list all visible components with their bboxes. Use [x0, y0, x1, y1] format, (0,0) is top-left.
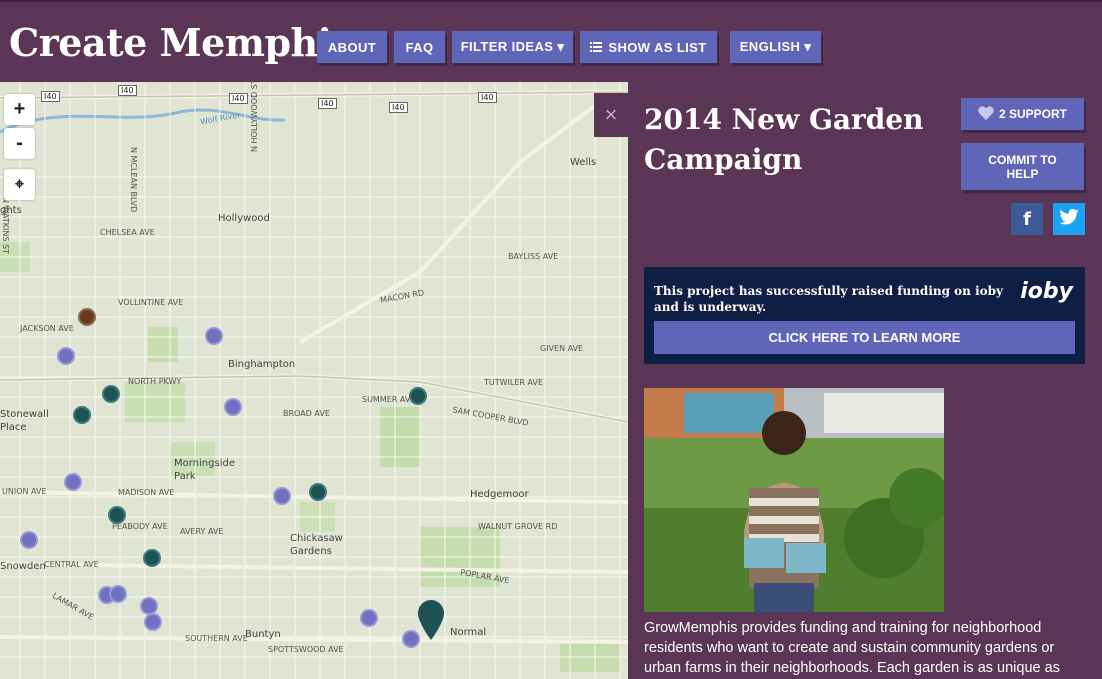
filter-ideas-button[interactable]: FILTER IDEAS ▾	[452, 31, 573, 63]
zoom-in-label: +	[13, 98, 26, 120]
map-marker[interactable]	[108, 506, 126, 524]
street-label: UNION AVE	[2, 487, 47, 496]
street-label: N MCLEAN BLVD	[129, 147, 138, 213]
map-marker[interactable]	[205, 327, 223, 345]
project-title: 2014 New Garden Campaign	[644, 103, 924, 176]
locate-icon: ⌖	[14, 175, 24, 193]
commit-label: COMMIT TO HELP	[988, 152, 1057, 181]
header-bar: Create Memphis ABOUT FAQ FILTER IDEAS ▾ …	[0, 0, 1102, 82]
twitter-share-button[interactable]	[1053, 203, 1085, 235]
zoom-in-button[interactable]: +	[4, 94, 35, 125]
highway-shield: I40	[389, 102, 408, 113]
map-marker[interactable]	[73, 406, 91, 424]
project-description: GrowMemphis provides funding and trainin…	[644, 620, 1060, 676]
map-marker[interactable]	[78, 308, 96, 326]
language-button[interactable]: ENGLISH ▾	[730, 31, 821, 63]
about-label: ABOUT	[327, 39, 377, 55]
street-label: WALNUT GROVE RD	[478, 522, 558, 531]
highway-shield: I40	[229, 93, 248, 104]
place-label: Buntyn	[245, 629, 281, 640]
faq-label: FAQ	[405, 39, 434, 55]
map-marker[interactable]	[64, 473, 82, 491]
street-label: SOUTHERN AVE	[185, 634, 248, 643]
show-as-list-label: SHOW AS LIST	[608, 39, 707, 55]
map-marker[interactable]	[409, 387, 427, 405]
learn-more-button[interactable]: CLICK HERE TO LEARN MORE	[654, 321, 1075, 354]
map-view[interactable]: I40 I40 I40 I40 I40 I40 Hollywood Bingha…	[0, 82, 628, 679]
street-label: VOLLINTINE AVE	[118, 298, 184, 307]
map-marker[interactable]	[224, 398, 242, 416]
street-label: N WATKINS ST	[1, 197, 10, 254]
highway-shield: I40	[318, 98, 337, 109]
map-marker[interactable]	[102, 385, 120, 403]
zoom-out-button[interactable]: -	[4, 128, 35, 159]
ioby-status-text: This project has successfully raised fun…	[654, 284, 1003, 314]
place-label: Stonewall Place	[0, 409, 49, 433]
close-panel-button[interactable]: ×	[594, 93, 628, 137]
street-label: NORTH PKWY	[128, 377, 182, 386]
map-marker[interactable]	[273, 487, 291, 505]
locate-button[interactable]: ⌖	[4, 169, 35, 200]
map-marker[interactable]	[20, 531, 38, 549]
place-label: Chickasaw Gardens	[290, 533, 343, 557]
zoom-out-label: -	[16, 132, 23, 154]
filter-ideas-label: FILTER IDEAS ▾	[460, 39, 565, 54]
faq-button[interactable]: FAQ	[394, 31, 445, 63]
support-label: 2 SUPPORT	[998, 107, 1067, 121]
street-label: BROAD AVE	[283, 409, 330, 418]
street-label: MADISON AVE	[118, 488, 175, 497]
map-marker[interactable]	[309, 483, 327, 501]
street-label: N HOLLYWOOD ST	[250, 82, 259, 152]
place-label: Snowden	[0, 561, 46, 572]
close-icon: ×	[604, 102, 618, 127]
street-label: AVERY AVE	[180, 527, 224, 536]
street-label: GIVEN AVE	[540, 344, 584, 353]
brand-logo[interactable]: Create Memphis	[9, 20, 353, 65]
map-marker[interactable]	[143, 549, 161, 567]
place-label: Wells	[570, 157, 597, 168]
street-label: BAYLISS AVE	[508, 252, 559, 261]
place-label: Hollywood	[218, 213, 270, 224]
show-as-list-button[interactable]: SHOW AS LIST	[580, 31, 717, 63]
map-marker[interactable]	[140, 597, 158, 615]
street-label: JACKSON AVE	[20, 324, 74, 333]
map-marker[interactable]	[109, 585, 127, 603]
map-marker[interactable]	[57, 347, 75, 365]
street-label: TUTWILER AVE	[484, 378, 543, 387]
language-label: ENGLISH ▾	[739, 39, 812, 54]
street-label: SUMMER AVE	[362, 395, 416, 404]
map-marker[interactable]	[144, 613, 162, 631]
highway-shield: I40	[41, 91, 60, 102]
highway-shield: I40	[118, 85, 137, 96]
about-button[interactable]: ABOUT	[317, 31, 387, 63]
map-marker[interactable]	[360, 609, 378, 627]
learn-more-label: CLICK HERE TO LEARN MORE	[768, 330, 961, 345]
place-label: Binghampton	[228, 359, 296, 370]
place-label: Normal	[450, 627, 487, 638]
place-label: Hedgemoor	[470, 489, 529, 500]
commit-to-help-button[interactable]: COMMIT TO HELP	[961, 143, 1084, 190]
facebook-share-button[interactable]: f	[1011, 203, 1043, 235]
twitter-icon	[1059, 208, 1079, 230]
heart-icon	[978, 105, 994, 123]
highway-shield: I40	[478, 92, 497, 103]
map-pin-icon[interactable]	[418, 600, 444, 640]
street-label: CHELSEA AVE	[100, 228, 155, 237]
project-photo	[644, 388, 944, 612]
street-label: SPOTTSWOOD AVE	[268, 645, 344, 654]
facebook-icon: f	[1023, 208, 1031, 230]
list-icon	[590, 40, 603, 55]
place-label: Morningside Park	[174, 458, 235, 482]
ioby-logo: ioby	[1020, 279, 1073, 304]
support-button[interactable]: 2 SUPPORT	[961, 98, 1084, 130]
street-label: CENTRAL AVE	[44, 560, 99, 569]
ioby-status-box: This project has successfully raised fun…	[644, 267, 1085, 364]
